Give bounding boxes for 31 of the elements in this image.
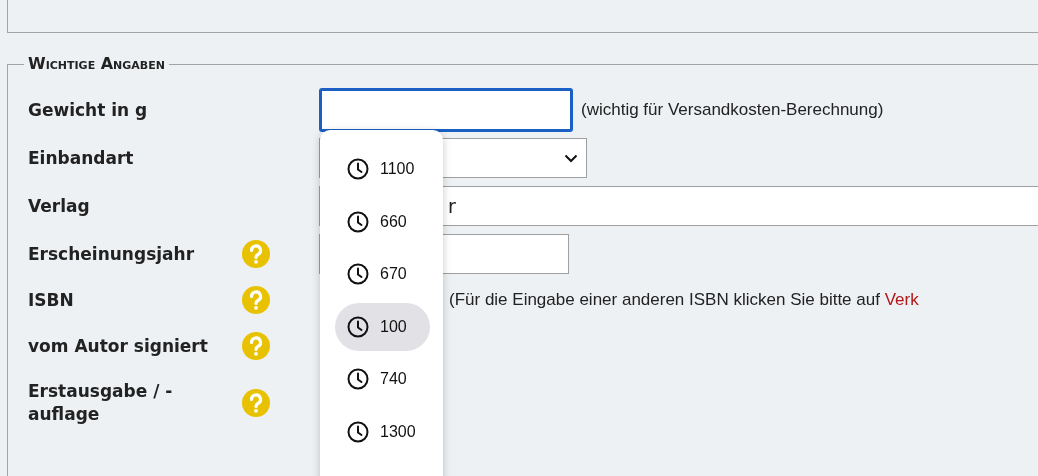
isbn-note: (Für die Eingabe einer anderen ISBN klicken Sie bitte auf Verk [449,290,919,309]
clock-icon [347,420,369,443]
suggestion-item[interactable]: 670 [335,250,430,299]
suggestion-item[interactable]: 740 [335,355,430,404]
field-label: Verlag [27,194,91,218]
help-icon[interactable] [242,240,270,268]
field-label: Erstausgabe / -auflage [27,380,174,426]
suggestion-item[interactable]: 100 [335,302,430,351]
link[interactable]: Verk [884,290,919,309]
suggestion-value: 100 [380,317,407,336]
field-label: Einbandart [27,146,135,170]
clock-icon [347,315,369,338]
suggestion-value: 670 [380,265,407,284]
clock-icon [347,210,369,233]
field-label: Erscheinungsjahr [27,242,196,266]
chevron-down-icon [564,153,578,163]
hint-text: (wichtig für Versandkosten-Berechnung) [581,100,884,120]
clock-icon [347,368,369,391]
suggestion-value: 1300 [380,422,416,441]
field-label: Gewicht in g [27,98,149,122]
suggestion-value: 740 [380,370,407,389]
weight-input[interactable] [319,88,573,132]
suggestion-value: 1100 [380,160,415,178]
help-icon[interactable] [242,286,270,314]
clock-icon [347,158,369,180]
clock-icon [347,263,369,286]
field-label: vom Autor signiert [27,334,209,358]
field-label: ISBN [27,288,75,312]
help-icon[interactable] [242,389,270,417]
suggestion-item[interactable]: 1300 [335,407,430,456]
help-icon[interactable] [242,332,270,360]
